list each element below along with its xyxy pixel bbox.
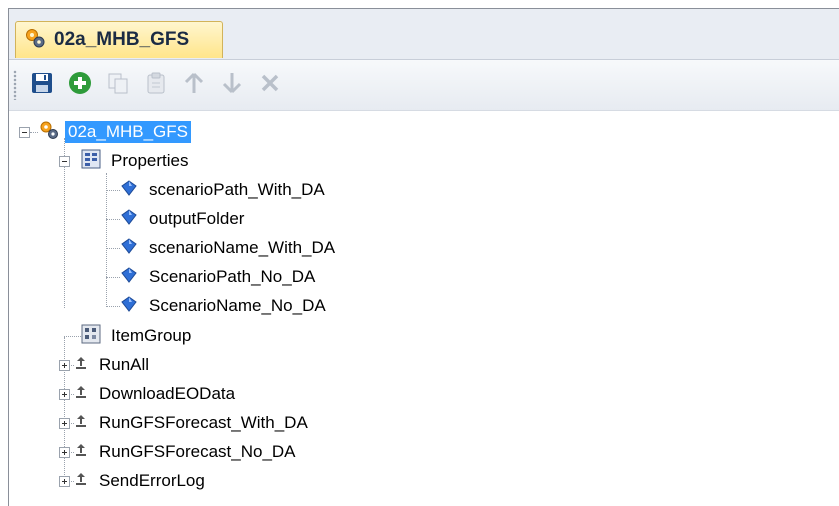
copy-button[interactable]: [103, 70, 133, 100]
toolbar: [9, 60, 839, 111]
toolbar-grip[interactable]: [13, 70, 17, 100]
tree-node-property[interactable]: outputFolder: [121, 206, 246, 232]
tree-node-root[interactable]: 02a_MHB_GFS: [39, 119, 191, 145]
tab-label: 02a_MHB_GFS: [54, 29, 190, 50]
project-window: 02a_MHB_GFS 02a_MHB_GFS Properties scena…: [8, 8, 839, 506]
tree-node-target[interactable]: SendErrorLog: [75, 468, 207, 494]
tree-node-properties[interactable]: Properties: [81, 148, 190, 174]
save-button[interactable]: [27, 70, 57, 100]
tree-line: [106, 277, 120, 278]
target-icon: [75, 413, 87, 433]
tree-line: [106, 173, 107, 305]
collapse-toggle[interactable]: [59, 156, 70, 167]
property-icon: [121, 266, 137, 288]
target-icon: [75, 355, 87, 375]
delete-button[interactable]: [255, 70, 285, 100]
move-up-button[interactable]: [179, 70, 209, 100]
item-group-icon: [81, 324, 101, 349]
tree-node-target[interactable]: RunGFSForecast_No_DA: [75, 439, 298, 465]
paste-button[interactable]: [141, 70, 171, 100]
target-icon: [75, 442, 87, 462]
tree-node-label: RunGFSForecast_With_DA: [99, 413, 308, 432]
delete-icon: [258, 71, 282, 100]
expand-toggle[interactable]: [59, 476, 70, 487]
property-icon: [121, 237, 137, 259]
arrow-up-icon: [182, 71, 206, 100]
project-tree: 02a_MHB_GFS Properties scenarioPath_With…: [9, 111, 839, 506]
tree-node-label: RunGFSForecast_No_DA: [99, 442, 296, 461]
tree-node-label: scenarioPath_With_DA: [149, 180, 325, 199]
expand-toggle[interactable]: [59, 418, 70, 429]
tree-line: [64, 336, 81, 337]
tree-node-property[interactable]: ScenarioPath_No_DA: [121, 264, 317, 290]
target-icon: [75, 471, 87, 491]
tree-node-label: SendErrorLog: [99, 471, 205, 490]
tree-line: [106, 219, 120, 220]
property-icon: [121, 208, 137, 230]
gears-icon: [24, 27, 46, 54]
tree-node-label: DownloadEOData: [99, 384, 236, 403]
tree-node-label: ItemGroup: [111, 326, 192, 345]
tree-node-property[interactable]: scenarioPath_With_DA: [121, 177, 327, 203]
collapse-toggle[interactable]: [19, 127, 30, 138]
tree-node-label: outputFolder: [149, 209, 245, 228]
properties-icon: [81, 149, 101, 174]
paste-icon: [144, 71, 168, 100]
add-button[interactable]: [65, 70, 95, 100]
tree-node-property[interactable]: scenarioName_With_DA: [121, 235, 337, 261]
tree-line: [106, 248, 120, 249]
tree-node-target[interactable]: RunGFSForecast_With_DA: [75, 410, 310, 436]
tree-node-root-label: 02a_MHB_GFS: [65, 121, 191, 143]
tree-node-label: ScenarioPath_No_DA: [149, 267, 316, 286]
property-icon: [121, 179, 137, 201]
tree-node-itemgroup[interactable]: ItemGroup: [81, 323, 193, 349]
tree-node-label: Properties: [111, 151, 189, 170]
tree-line: [30, 132, 38, 133]
tree-node-target[interactable]: DownloadEOData: [75, 381, 237, 407]
expand-toggle[interactable]: [59, 389, 70, 400]
tree-node-label: RunAll: [99, 355, 150, 374]
copy-icon: [106, 71, 130, 100]
add-icon: [68, 71, 92, 100]
move-down-button[interactable]: [217, 70, 247, 100]
expand-toggle[interactable]: [59, 447, 70, 458]
tree-line: [106, 306, 120, 307]
tree-line: [106, 190, 120, 191]
tree-node-property[interactable]: ScenarioName_No_DA: [121, 293, 328, 319]
tree-node-label: scenarioName_With_DA: [149, 238, 336, 257]
tree-node-target[interactable]: RunAll: [75, 352, 151, 378]
target-icon: [75, 384, 87, 404]
tab-strip: 02a_MHB_GFS: [9, 9, 839, 60]
tab-project[interactable]: 02a_MHB_GFS: [15, 21, 223, 58]
property-icon: [121, 295, 137, 317]
expand-toggle[interactable]: [59, 360, 70, 371]
arrow-down-icon: [220, 71, 244, 100]
gears-icon: [39, 120, 59, 145]
tree-node-label: ScenarioName_No_DA: [149, 296, 326, 315]
save-icon: [30, 71, 54, 100]
